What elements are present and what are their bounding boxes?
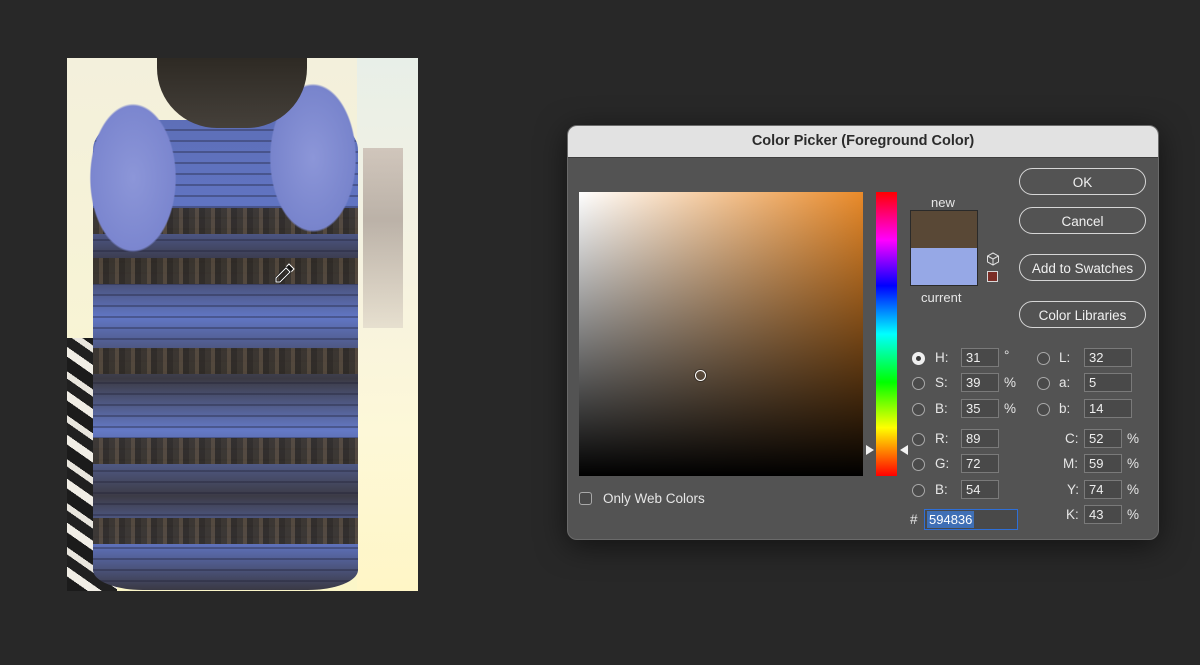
only-web-colors-checkbox[interactable] bbox=[579, 492, 592, 505]
hex-sign: # bbox=[910, 512, 918, 527]
current-color-swatch[interactable] bbox=[910, 248, 978, 286]
saturation-field[interactable]: 39 bbox=[961, 373, 999, 392]
b-channel-label: b: bbox=[1059, 401, 1071, 416]
add-to-swatches-button[interactable]: Add to Swatches bbox=[1019, 254, 1146, 281]
web-safe-cube-icon[interactable] bbox=[986, 252, 1000, 266]
current-color-label: current bbox=[921, 290, 962, 305]
brightness-label: B: bbox=[935, 401, 948, 416]
magenta-field[interactable]: 59 bbox=[1084, 454, 1122, 473]
blue-label: B: bbox=[935, 482, 948, 497]
yellow-field[interactable]: 74 bbox=[1084, 480, 1122, 499]
saturation-label: S: bbox=[935, 375, 948, 390]
dress-lace-band bbox=[93, 438, 358, 464]
color-picker-dialog: Color Picker (Foreground Color) new curr… bbox=[567, 125, 1159, 540]
hue-field[interactable]: 31 bbox=[961, 348, 999, 367]
brightness-radio[interactable] bbox=[912, 403, 925, 416]
cyan-field[interactable]: 52 bbox=[1084, 429, 1122, 448]
hue-label: H: bbox=[935, 350, 949, 365]
green-label: G: bbox=[935, 456, 950, 471]
green-radio[interactable] bbox=[912, 458, 925, 471]
red-field[interactable]: 89 bbox=[961, 429, 999, 448]
hue-slider[interactable] bbox=[876, 192, 897, 476]
saturation-radio[interactable] bbox=[912, 377, 925, 390]
lightness-field[interactable]: 32 bbox=[1084, 348, 1132, 367]
yellow-unit: % bbox=[1127, 482, 1140, 497]
ok-button[interactable]: OK bbox=[1019, 168, 1146, 195]
brightness-field[interactable]: 35 bbox=[961, 399, 999, 418]
magenta-label: M: bbox=[1063, 456, 1078, 471]
black-field[interactable]: 43 bbox=[1084, 505, 1122, 524]
cyan-unit: % bbox=[1127, 431, 1140, 446]
hue-unit: ° bbox=[1004, 348, 1010, 363]
lightness-radio[interactable] bbox=[1037, 352, 1050, 365]
hue-radio[interactable] bbox=[912, 352, 925, 365]
blue-field[interactable]: 54 bbox=[961, 480, 999, 499]
new-color-label: new bbox=[931, 195, 955, 210]
black-unit: % bbox=[1127, 507, 1140, 522]
magenta-unit: % bbox=[1127, 456, 1140, 471]
brightness-unit: % bbox=[1004, 401, 1017, 416]
color-libraries-button[interactable]: Color Libraries bbox=[1019, 301, 1146, 328]
hue-slider-handle-left[interactable] bbox=[866, 445, 874, 455]
blue-radio[interactable] bbox=[912, 484, 925, 497]
a-channel-radio[interactable] bbox=[1037, 377, 1050, 390]
dress-lace-band bbox=[93, 518, 358, 544]
hex-value: 594836 bbox=[927, 511, 975, 528]
red-label: R: bbox=[935, 431, 949, 446]
b-channel-field[interactable]: 14 bbox=[1084, 399, 1132, 418]
dialog-title: Color Picker (Foreground Color) bbox=[568, 126, 1158, 158]
a-channel-label: a: bbox=[1059, 375, 1071, 390]
color-field[interactable] bbox=[579, 192, 863, 476]
gamut-warning-icon[interactable] bbox=[987, 271, 998, 282]
color-field-cursor[interactable] bbox=[695, 370, 706, 381]
eyedropper-icon bbox=[274, 263, 295, 284]
saturation-unit: % bbox=[1004, 375, 1017, 390]
lightness-label: L: bbox=[1059, 350, 1071, 365]
yellow-label: Y: bbox=[1067, 482, 1080, 497]
cyan-label: C: bbox=[1065, 431, 1079, 446]
black-label: K: bbox=[1066, 507, 1079, 522]
dress-lace-band bbox=[93, 348, 358, 374]
hex-field[interactable]: 594836 bbox=[924, 509, 1018, 530]
a-channel-field[interactable]: 5 bbox=[1084, 373, 1132, 392]
b-channel-radio[interactable] bbox=[1037, 403, 1050, 416]
red-radio[interactable] bbox=[912, 433, 925, 446]
hue-slider-handle-right[interactable] bbox=[900, 445, 908, 455]
only-web-colors-label: Only Web Colors bbox=[603, 491, 705, 506]
background-shelf bbox=[363, 148, 403, 328]
cancel-button[interactable]: Cancel bbox=[1019, 207, 1146, 234]
new-color-swatch bbox=[910, 210, 978, 249]
dress-photo bbox=[67, 58, 418, 591]
green-field[interactable]: 72 bbox=[961, 454, 999, 473]
